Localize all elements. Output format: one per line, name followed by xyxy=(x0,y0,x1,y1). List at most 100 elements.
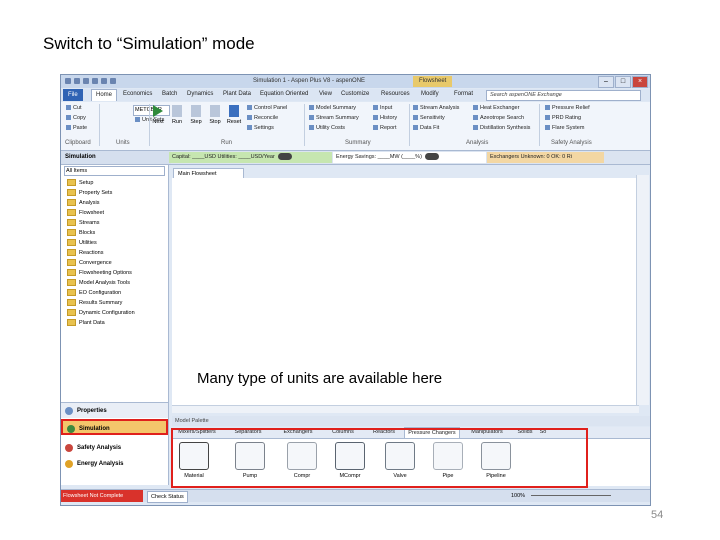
reset-icon[interactable] xyxy=(110,78,116,84)
control-panel-button[interactable]: Control Panel xyxy=(247,105,287,111)
safety-analysis-pane-button[interactable]: Safety Analysis xyxy=(61,440,168,456)
azeotrope-search-button[interactable]: Azeotrope Search xyxy=(473,115,524,121)
settings-icon xyxy=(247,125,252,131)
tree-item-label: Flowsheeting Options xyxy=(79,269,132,276)
data-fit-button[interactable]: Data Fit xyxy=(413,125,439,131)
navigation-filter[interactable]: All Items xyxy=(64,166,165,176)
tree-item[interactable]: Setup xyxy=(67,179,93,186)
zoom-level: 100% xyxy=(511,493,526,499)
settings-button[interactable]: Settings xyxy=(247,125,274,131)
cut-button[interactable]: Cut xyxy=(66,105,82,111)
input-button[interactable]: Input xyxy=(373,105,392,111)
tree-item[interactable]: Analysis xyxy=(67,199,99,206)
run-icon xyxy=(172,105,182,117)
pressure-relief-button[interactable]: Pressure Relief xyxy=(545,105,590,111)
tab-file[interactable]: File xyxy=(63,89,83,101)
group-label-run: Run xyxy=(221,140,233,146)
folder-icon xyxy=(67,269,76,276)
flare-system-button[interactable]: Flare System xyxy=(545,125,584,131)
tree-item-label: Blocks xyxy=(79,229,96,236)
maximize-button[interactable]: □ xyxy=(615,76,631,88)
zoom-slider[interactable] xyxy=(531,495,611,496)
undo-icon[interactable] xyxy=(74,78,80,84)
sensitivity-button[interactable]: Sensitivity xyxy=(413,115,445,121)
distillation-synthesis-button[interactable]: Distillation Synthesis xyxy=(473,125,530,131)
folder-icon xyxy=(67,299,76,306)
tab-batch[interactable]: Batch xyxy=(162,91,177,97)
tab-resources[interactable]: Resources xyxy=(381,91,410,97)
prd-rating-button[interactable]: PRD Rating xyxy=(545,115,581,121)
report-button[interactable]: Report xyxy=(373,125,397,131)
tree-item[interactable]: Results Summary xyxy=(67,299,122,306)
next-button[interactable]: Next xyxy=(150,105,166,125)
tree-item[interactable]: Utilities xyxy=(67,239,97,246)
canvas-horizontal-scrollbar[interactable] xyxy=(172,405,639,413)
tree-item[interactable]: Plant Data xyxy=(67,319,105,326)
context-tab-flowsheet[interactable]: Flowsheet xyxy=(413,76,453,87)
tree-item[interactable]: EO Configuration xyxy=(67,289,121,296)
model-summary-button[interactable]: Model Summary xyxy=(309,105,356,111)
quick-access-toolbar[interactable] xyxy=(65,78,116,84)
tab-home[interactable]: Home xyxy=(91,89,118,101)
folder-icon xyxy=(67,199,76,206)
stream-analysis-icon xyxy=(413,105,418,111)
energy-indicator[interactable]: Energy Savings: ____MW (____%) xyxy=(333,152,486,163)
tab-equation-oriented[interactable]: Equation Oriented xyxy=(260,91,308,97)
stop-button[interactable]: Stop xyxy=(207,105,223,125)
stream-analysis-button[interactable]: Stream Analysis xyxy=(413,105,459,111)
simulation-pane-button[interactable]: Simulation xyxy=(61,419,168,435)
heat-exchanger-button[interactable]: Heat Exchanger xyxy=(473,105,519,111)
tab-modify[interactable]: Modify xyxy=(421,91,439,97)
costs-indicator[interactable]: Capital: ____USD Utilities: ____USD/Year xyxy=(169,152,332,163)
history-button[interactable]: History xyxy=(373,115,397,121)
tab-plant-data[interactable]: Plant Data xyxy=(223,91,251,97)
reconcile-button[interactable]: Reconcile xyxy=(247,115,278,121)
folder-icon xyxy=(67,309,76,316)
tree-item[interactable]: Convergence xyxy=(67,259,112,266)
step-button[interactable]: Step xyxy=(188,105,204,125)
check-status-button[interactable]: Check Status xyxy=(147,491,188,503)
paste-button[interactable]: Paste xyxy=(66,125,87,131)
tree-item[interactable]: Dynamic Configuration xyxy=(67,309,135,316)
reset-button[interactable]: Reset xyxy=(226,105,242,125)
run-button[interactable]: Run xyxy=(169,105,185,125)
stream-summary-button[interactable]: Stream Summary xyxy=(309,115,359,121)
tree-item[interactable]: Flowsheet xyxy=(67,209,104,216)
tree-item[interactable]: Model Analysis Tools xyxy=(67,279,130,286)
redo-icon[interactable] xyxy=(83,78,89,84)
run-icon[interactable] xyxy=(101,78,107,84)
close-button[interactable]: × xyxy=(632,76,648,88)
energy-analysis-pane-button[interactable]: Energy Analysis xyxy=(61,456,168,472)
tree-item[interactable]: Flowsheeting Options xyxy=(67,269,132,276)
tab-format[interactable]: Format xyxy=(454,91,473,97)
group-label-clipboard: Clipboard xyxy=(65,140,91,146)
tab-dynamics[interactable]: Dynamics xyxy=(187,91,213,97)
energy-toggle[interactable] xyxy=(424,153,439,161)
exchange-search-input[interactable]: Search aspenONE Exchange xyxy=(486,90,641,101)
economics-status-strip: Simulation Capital: ____USD Utilities: _… xyxy=(61,151,650,165)
tab-economics[interactable]: Economics xyxy=(123,91,152,97)
canvas-vertical-scrollbar[interactable] xyxy=(636,175,649,405)
safety-icon xyxy=(65,444,73,452)
copy-icon xyxy=(66,115,71,121)
utility-costs-button[interactable]: Utility Costs xyxy=(309,125,345,131)
properties-pane-button[interactable]: Properties xyxy=(61,402,168,418)
input-icon xyxy=(373,105,378,111)
costs-toggle[interactable] xyxy=(277,153,292,161)
slide-title: Switch to “Simulation” mode xyxy=(43,34,255,53)
folder-icon xyxy=(67,179,76,186)
tab-view[interactable]: View xyxy=(319,91,332,97)
tree-item[interactable]: Reactions xyxy=(67,249,103,256)
next-icon[interactable] xyxy=(92,78,98,84)
next-icon xyxy=(153,105,163,117)
copy-button[interactable]: Copy xyxy=(66,115,86,121)
exchangers-indicator[interactable]: Exchangers Unknown: 0 OK: 0 Ri xyxy=(487,152,604,163)
save-icon[interactable] xyxy=(65,78,71,84)
tab-customize[interactable]: Customize xyxy=(341,91,369,97)
control-panel-icon xyxy=(247,105,252,111)
tree-item[interactable]: Property Sets xyxy=(67,189,112,196)
tree-item[interactable]: Blocks xyxy=(67,229,95,236)
tree-item-label: Flowsheet xyxy=(79,209,105,216)
tree-item[interactable]: Streams xyxy=(67,219,99,226)
minimize-button[interactable]: – xyxy=(598,76,614,88)
